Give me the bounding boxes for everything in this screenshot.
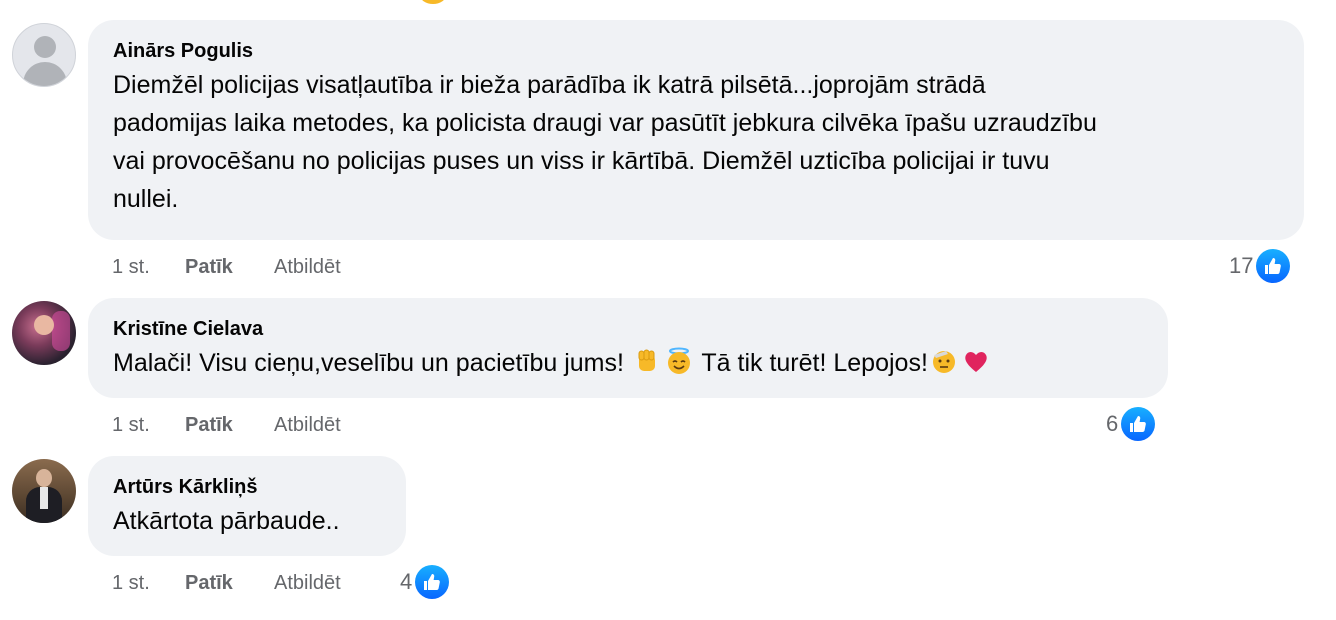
partial-emoji-icon — [420, 0, 446, 4]
comment-timestamp[interactable]: 1 st. — [112, 570, 150, 596]
avatar[interactable] — [12, 459, 76, 523]
like-button[interactable]: Patīk — [185, 412, 233, 438]
reaction-count: 17 — [1229, 253, 1254, 278]
reaction-count: 4 — [400, 569, 413, 594]
comment-text-line: vai provocēšanu no policijas puses un vi… — [113, 147, 1050, 175]
comment-bubble: Artūrs Kārkliņš Atkārtota pārbaude.. — [88, 456, 406, 556]
reaction-count: 6 — [1106, 411, 1119, 436]
like-icon — [1255, 248, 1292, 284]
like-button[interactable]: Patīk — [185, 570, 233, 596]
like-icon — [1120, 406, 1157, 442]
reaction-summary[interactable]: 6 — [1106, 406, 1157, 442]
smiling-face-with-halo-emoji-icon — [667, 347, 690, 374]
avatar[interactable] — [12, 301, 76, 365]
comment-bubble: Kristīne Cielava Malači! Visu cieņu,vese… — [88, 298, 1168, 398]
comment-text: Diemžēl policijas visatļautība ir bieža … — [113, 66, 1280, 218]
comment-text: Atkārtota pārbaude.. — [113, 507, 340, 535]
reply-button[interactable]: Atbildēt — [274, 570, 341, 596]
comment-text: Malači! Visu cieņu,veselību un pacietību… — [113, 344, 1144, 382]
like-button[interactable]: Patīk — [185, 254, 233, 280]
reaction-summary[interactable]: 17 — [1229, 248, 1292, 284]
comment-timestamp[interactable]: 1 st. — [112, 254, 150, 280]
comment-author[interactable]: Ainārs Pogulis — [113, 38, 1280, 64]
red-heart-emoji-icon — [965, 352, 987, 372]
reaction-summary[interactable]: 4 — [400, 564, 451, 600]
reply-button[interactable]: Atbildēt — [274, 254, 341, 280]
comment-text-line: nullei. — [113, 185, 179, 213]
comment-text-line: Diemžēl policijas visatļautība ir bieža … — [113, 71, 986, 99]
comment-text-part: Malači! Visu cieņu,veselību un pacietību… — [113, 349, 624, 377]
comment-author[interactable]: Kristīne Cielava — [113, 316, 1144, 342]
avatar[interactable] — [12, 23, 76, 87]
raised-fist-emoji-icon — [638, 349, 655, 371]
comment-text-part: Tā tik turēt! Lepojos! — [701, 349, 928, 377]
like-icon — [414, 564, 451, 600]
comment-timestamp[interactable]: 1 st. — [112, 412, 150, 438]
reply-button[interactable]: Atbildēt — [274, 412, 341, 438]
comment-author[interactable]: Artūrs Kārkliņš — [113, 474, 382, 500]
saluting-face-emoji-icon — [932, 351, 955, 373]
comment-bubble: Ainārs Pogulis Diemžēl policijas visatļa… — [88, 20, 1304, 240]
comment-text-line: padomijas laika metodes, ka policista dr… — [113, 109, 1097, 137]
